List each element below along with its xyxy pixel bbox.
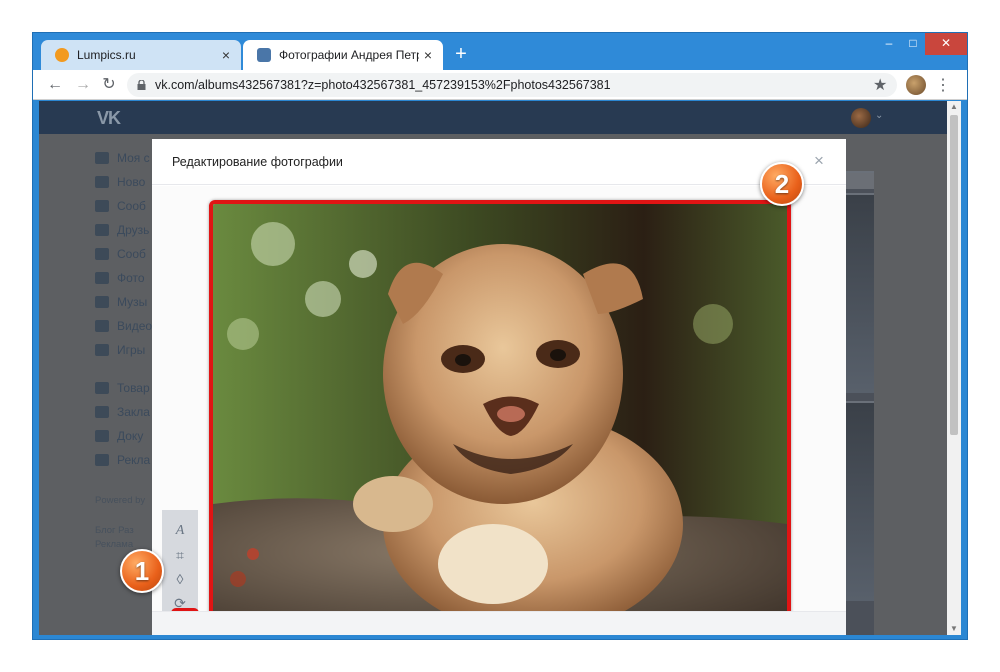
browser-menu-icon[interactable]: ⋮ <box>935 75 951 95</box>
sidebar-item-label: Ново <box>117 175 146 189</box>
tab-lumpics[interactable]: Lumpics.ru × <box>41 40 241 70</box>
sidebar-item-ads[interactable]: Рекла <box>95 448 155 472</box>
sidebar-item-market[interactable]: Товар <box>95 376 155 400</box>
page-viewport: VK ⌄ Моя с Ново Сооб Друзь Сооб Фото Муз… <box>39 101 961 635</box>
sidebar-item-profile[interactable]: Моя с <box>95 146 155 170</box>
sidebar-item-label: Видео <box>117 319 153 333</box>
blur-tool-icon[interactable]: ◊ <box>171 570 189 588</box>
sidebar-item-games[interactable]: Игры <box>95 338 155 362</box>
sidebar-item-news[interactable]: Ново <box>95 170 155 194</box>
news-icon <box>95 176 109 188</box>
game-icon <box>95 344 109 356</box>
shop-icon <box>95 382 109 394</box>
album-photo-strip <box>842 171 874 635</box>
sidebar-item-label: Музы <box>117 295 148 309</box>
community-icon <box>95 248 109 260</box>
sidebar-item-documents[interactable]: Доку <box>95 424 155 448</box>
video-icon <box>95 320 109 332</box>
close-tab-icon[interactable]: × <box>419 47 437 63</box>
vk-favicon <box>257 48 271 62</box>
minimize-button[interactable]: – <box>877 33 901 55</box>
lock-icon <box>137 80 146 90</box>
vk-sidebar: Моя с Ново Сооб Друзь Сооб Фото Музы Вид… <box>95 146 155 552</box>
sidebar-item-label: Сооб <box>117 247 146 261</box>
forward-icon[interactable]: → <box>73 75 93 95</box>
profile-avatar[interactable] <box>906 75 926 95</box>
friends-icon <box>95 224 109 236</box>
sidebar-item-label: Игры <box>117 343 146 357</box>
sidebar-item-label: Товар <box>117 381 150 395</box>
back-icon[interactable]: ← <box>45 75 65 95</box>
scroll-down-icon[interactable]: ▼ <box>947 623 961 635</box>
music-icon <box>95 296 109 308</box>
sidebar-item-label: Сооб <box>117 199 146 213</box>
crop-tool-icon[interactable]: ⌗ <box>171 546 189 564</box>
album-thumb[interactable] <box>842 193 874 393</box>
maximize-button[interactable]: □ <box>901 33 925 55</box>
address-bar[interactable]: vk.com/albums432567381?z=photo432567381_… <box>127 73 897 97</box>
sidebar-item-label: Моя с <box>117 151 150 165</box>
footer-links[interactable]: Блог Раз <box>95 524 155 538</box>
album-thumb[interactable] <box>842 171 874 189</box>
browser-window: Lumpics.ru × Фотографии Андрея Петрова –… <box>32 32 968 640</box>
reload-icon[interactable]: ↻ <box>99 75 119 95</box>
modal-body: A ⌗ ◊ ⟳ ☀ <box>152 186 846 635</box>
sidebar-item-music[interactable]: Музы <box>95 290 155 314</box>
new-tab-button[interactable]: + <box>451 44 471 64</box>
sidebar-item-label: Фото <box>117 271 145 285</box>
text-tool-icon[interactable]: A <box>171 522 189 540</box>
modal-title: Редактирование фотографии <box>172 155 343 169</box>
vk-header: VK ⌄ <box>39 101 947 134</box>
title-bar: Lumpics.ru × Фотографии Андрея Петрова –… <box>33 33 967 70</box>
scrollbar-thumb[interactable] <box>950 115 958 435</box>
tab-title: Фотографии Андрея Петрова – <box>279 48 419 62</box>
photo-editor-modal: Редактирование фотографии × A ⌗ ◊ ⟳ ☀ <box>152 139 846 635</box>
sidebar-item-messages[interactable]: Сооб <box>95 194 155 218</box>
cougar-cub-photo <box>213 204 787 633</box>
bookmark-star-icon[interactable]: ★ <box>873 75 887 95</box>
lumpics-favicon <box>55 48 69 62</box>
step-marker-1: 1 <box>120 549 164 593</box>
powered-by-text: Powered by <box>95 495 146 506</box>
sidebar-item-label: Закла <box>117 405 150 419</box>
sidebar-item-friends[interactable]: Друзь <box>95 218 155 242</box>
page-scrollbar[interactable]: ▲ ▼ <box>947 101 961 635</box>
scroll-up-icon[interactable]: ▲ <box>947 101 961 113</box>
tab-vk-photos[interactable]: Фотографии Андрея Петрова – × <box>243 40 443 70</box>
close-tab-icon[interactable]: × <box>217 47 235 63</box>
sidebar-item-photos[interactable]: Фото <box>95 266 155 290</box>
camera-icon <box>95 272 109 284</box>
bookmark-icon <box>95 406 109 418</box>
sidebar-item-label: Рекла <box>117 453 151 467</box>
tab-title: Lumpics.ru <box>77 48 136 62</box>
chevron-down-icon[interactable]: ⌄ <box>875 110 883 121</box>
album-thumb[interactable] <box>842 401 874 601</box>
modal-header: Редактирование фотографии × <box>152 139 846 185</box>
sidebar-item-communities[interactable]: Сооб <box>95 242 155 266</box>
vk-user-avatar[interactable] <box>851 108 871 128</box>
message-icon <box>95 200 109 212</box>
photo-preview[interactable] <box>209 200 791 635</box>
vk-logo[interactable]: VK <box>97 108 121 129</box>
step-marker-2: 2 <box>760 162 804 206</box>
sidebar-item-bookmarks[interactable]: Закла <box>95 400 155 424</box>
ads-icon <box>95 454 109 466</box>
sidebar-item-label: Друзь <box>117 223 150 237</box>
modal-footer <box>152 611 846 635</box>
close-icon[interactable]: × <box>814 151 824 171</box>
document-icon <box>95 430 109 442</box>
sidebar-item-video[interactable]: Видео <box>95 314 155 338</box>
sidebar-item-label: Доку <box>117 429 144 443</box>
close-window-button[interactable]: ✕ <box>925 33 967 55</box>
home-icon <box>95 152 109 164</box>
browser-toolbar: ← → ↻ vk.com/albums432567381?z=photo4325… <box>33 70 967 100</box>
